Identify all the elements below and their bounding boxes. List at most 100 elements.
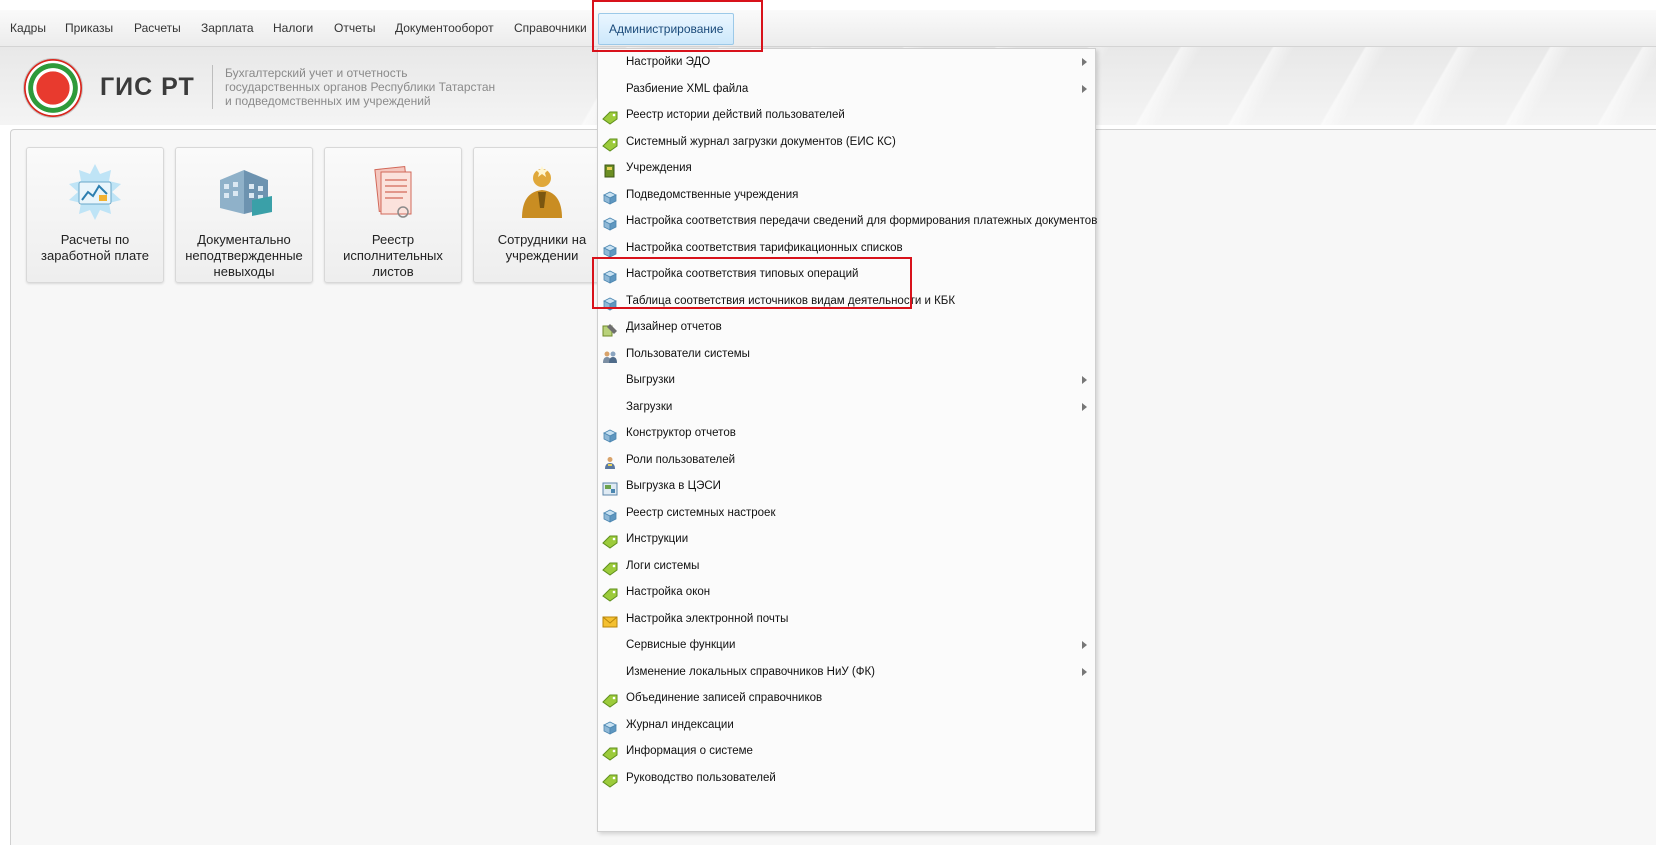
dropdown-item-label: Роли пользователей xyxy=(626,453,736,466)
dropdown-item[interactable]: Дизайнер отчетов xyxy=(598,314,1095,340)
dropdown-item-label: Дизайнер отчетов xyxy=(626,321,722,333)
green-tag-icon xyxy=(602,559,618,576)
dropdown-item[interactable]: Сервисные функции xyxy=(598,632,1095,658)
dropdown-item-label: Сервисные функции xyxy=(626,639,736,651)
menu-administrirovanie[interactable]: Администрирование xyxy=(598,13,735,45)
dropdown-item[interactable]: Объединение записей справочников xyxy=(598,685,1095,711)
cube-icon xyxy=(602,426,618,443)
submenu-arrow-icon xyxy=(1082,667,1087,676)
dropdown-item[interactable]: Выгрузка в ЦЭСИ xyxy=(598,473,1095,499)
menu-zarplata[interactable]: Зарплата xyxy=(201,10,254,46)
dropdown-item-label: Таблица соответствия источников видам де… xyxy=(626,294,956,307)
dropdown-item[interactable]: Журнал индексации xyxy=(598,712,1095,738)
envelope-icon xyxy=(602,612,618,627)
document-scroll-icon xyxy=(374,165,412,218)
dropdown-item-label: Настройка окон xyxy=(626,586,711,598)
dropdown-item-label: Настройка соответствия передачи сведений… xyxy=(626,215,1098,227)
tatarstan-emblem-icon xyxy=(24,59,82,117)
dropdown-item-label: Настройка соответствия тарификационных с… xyxy=(626,241,903,254)
dropdown-item-label: Пользователи системы xyxy=(626,347,750,360)
dropdown-item-label: Информация о системе xyxy=(626,745,753,757)
app-subtitle: Бухгалтерский учет и отчетность государс… xyxy=(225,66,496,108)
green-tag-icon xyxy=(602,135,618,152)
dropdown-item[interactable]: Настройки ЭДО xyxy=(598,49,1095,75)
green-tag-icon xyxy=(602,691,618,708)
dropdown-item[interactable]: Настройка электронной почты xyxy=(598,606,1095,632)
employee-icon xyxy=(522,166,562,218)
main-menubar: Кадры Приказы Расчеты Зарплата Налоги От… xyxy=(0,10,1656,47)
menu-prikazy[interactable]: Приказы xyxy=(65,10,113,46)
tile-payroll-label: Расчеты по заработной плате xyxy=(41,232,149,263)
user-role-icon xyxy=(602,453,618,469)
dropdown-item[interactable]: Информация о системе xyxy=(598,738,1095,764)
dropdown-item[interactable]: Роли пользователей xyxy=(598,447,1095,473)
building-icon xyxy=(220,170,272,216)
dropdown-item-label: Настройки ЭДО xyxy=(626,56,711,68)
dropdown-item[interactable]: Настройка соответствия передачи сведений… xyxy=(598,208,1098,234)
tile-employees[interactable]: Сотрудники на учреждении xyxy=(473,147,611,283)
dropdown-item[interactable]: Руководство пользователей xyxy=(598,765,1095,791)
menu-kadry[interactable]: Кадры xyxy=(10,10,46,46)
dropdown-item[interactable]: Настройка соответствия тарификационных с… xyxy=(598,235,1095,261)
dropdown-item-label: Выгрузка в ЦЭСИ xyxy=(626,480,721,492)
dropdown-item-label: Реестр истории действий пользователей xyxy=(626,109,845,121)
dropdown-item-label: Руководство пользователей xyxy=(626,771,776,784)
menu-spravochniki[interactable]: Справочники xyxy=(514,10,587,46)
administration-dropdown-menu: Настройки ЭДО Разбиение XML файла Реестр и… xyxy=(597,48,1098,832)
dropdown-item[interactable]: Таблица соответствия источников видам де… xyxy=(598,288,1095,314)
dropdown-item-label: Учреждения xyxy=(626,162,692,174)
menu-otchety[interactable]: Отчеты xyxy=(334,10,375,46)
tile-writs-registry-label: Реестр исполнительных листов xyxy=(343,232,443,279)
dropdown-item-label: Системный журнал загрузки документов (ЕИ… xyxy=(626,135,896,148)
cube-icon xyxy=(602,294,618,311)
submenu-arrow-icon xyxy=(1082,84,1087,93)
tile-absences-label: Документально неподтвержденные невыходы xyxy=(185,232,303,279)
cube-icon xyxy=(602,267,618,284)
dropdown-item-label: Конструктор отчетов xyxy=(626,427,736,439)
submenu-arrow-icon xyxy=(1082,402,1087,411)
book-icon xyxy=(602,161,618,178)
dropdown-item-label: Настройка соответствия типовых операций xyxy=(626,268,859,280)
dropdown-item-label: Инструкции xyxy=(626,533,689,545)
dropdown-item[interactable]: Разбиение XML файла xyxy=(598,76,1095,102)
green-tag-icon xyxy=(602,744,618,761)
cube-icon xyxy=(602,718,618,735)
green-tag-icon xyxy=(602,108,618,125)
tile-writs-registry[interactable]: Реестр исполнительных листов xyxy=(324,147,462,283)
dropdown-item[interactable]: Реестр системных настроек xyxy=(598,500,1095,526)
dropdown-item[interactable]: Системный журнал загрузки документов (ЕИ… xyxy=(598,129,1095,155)
green-tag-icon xyxy=(602,585,618,602)
dropdown-item[interactable]: Конструктор отчетов xyxy=(598,420,1095,446)
dropdown-item[interactable]: Настройка окон xyxy=(598,579,1095,605)
export-icon xyxy=(602,479,618,496)
menu-raschety[interactable]: Расчеты xyxy=(134,10,181,46)
dropdown-item[interactable]: Логи системы xyxy=(598,553,1095,579)
tile-payroll[interactable]: Расчеты по заработной плате xyxy=(26,147,164,283)
dropdown-item[interactable]: Пользователи системы xyxy=(598,341,1095,367)
users-icon xyxy=(602,347,618,363)
dropdown-item[interactable]: Изменение локальных справочников НиУ (ФК… xyxy=(598,659,1095,685)
dropdown-item[interactable]: Учреждения xyxy=(598,155,1095,181)
dropdown-item[interactable]: Выгрузки xyxy=(598,367,1095,393)
payroll-chart-icon xyxy=(69,164,121,220)
dropdown-item[interactable]: Инструкции xyxy=(598,526,1095,552)
designer-icon xyxy=(602,320,618,337)
dropdown-item-label: Логи системы xyxy=(626,559,700,572)
submenu-arrow-icon xyxy=(1082,376,1087,384)
cube-icon xyxy=(602,214,618,231)
dropdown-item[interactable]: Реестр истории действий пользователей xyxy=(598,102,1095,128)
cube-icon xyxy=(602,188,618,205)
app-title: ГИС РТ xyxy=(100,73,195,101)
dropdown-item[interactable]: Загрузки xyxy=(598,394,1095,420)
cube-icon xyxy=(602,506,618,523)
green-tag-icon xyxy=(602,532,618,549)
dropdown-item-label: Подведомственные учреждения xyxy=(626,188,799,201)
dropdown-item[interactable]: Настройка соответствия типовых операций xyxy=(598,261,1095,287)
green-tag-icon xyxy=(602,771,618,788)
dropdown-item-label: Журнал индексации xyxy=(626,718,734,731)
dropdown-item-label: Объединение записей справочников xyxy=(626,692,823,704)
menu-dokumentooborot[interactable]: Документооборот xyxy=(395,10,494,46)
tile-absences[interactable]: Документально неподтвержденные невыходы xyxy=(175,147,313,283)
menu-nalogi[interactable]: Налоги xyxy=(273,10,313,46)
dropdown-item[interactable]: Подведомственные учреждения xyxy=(598,182,1095,208)
